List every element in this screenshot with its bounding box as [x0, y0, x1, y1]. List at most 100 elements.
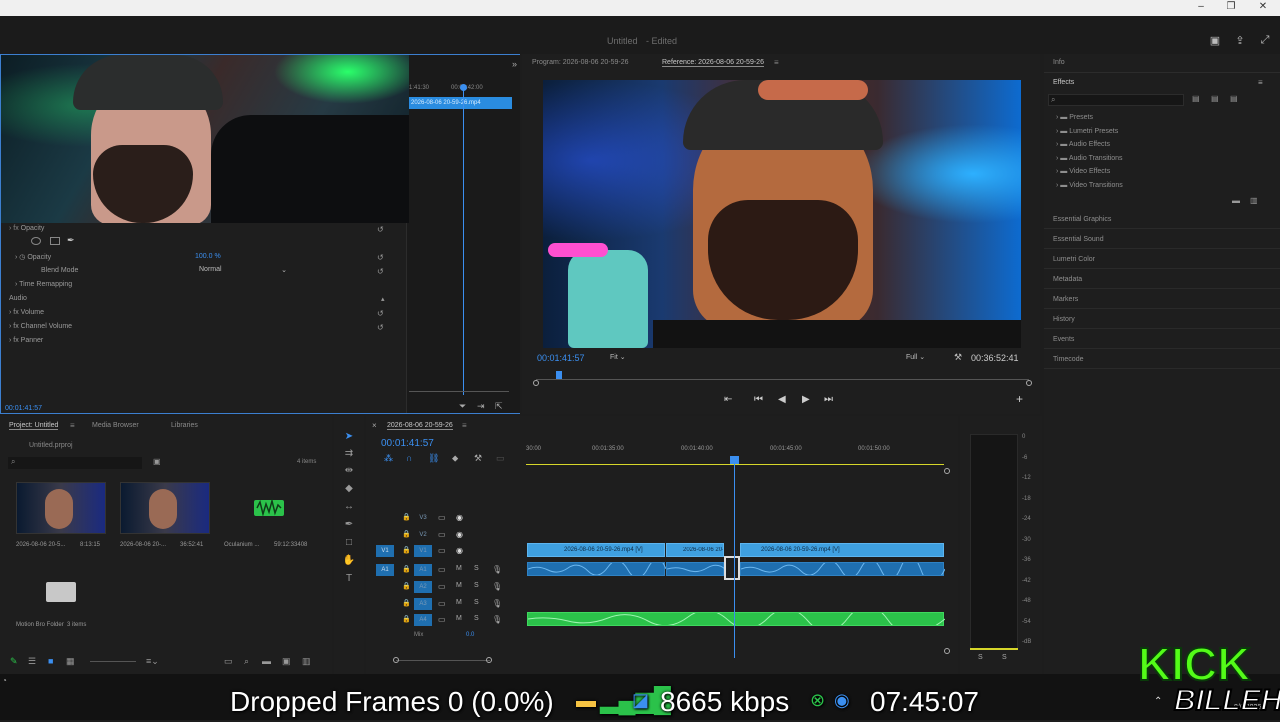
- panel-tab-history[interactable]: History: [1053, 316, 1075, 323]
- timeline-settings-icon[interactable]: ⚒: [474, 453, 482, 464]
- scroll-handle-top[interactable]: [944, 468, 950, 474]
- transition-marker[interactable]: [724, 556, 740, 580]
- effects-panel-tab[interactable]: Effects: [1053, 79, 1074, 86]
- tab-libraries[interactable]: Libraries: [171, 422, 198, 429]
- mute-button[interactable]: M: [456, 582, 462, 589]
- linked-selection-icon[interactable]: ⛓: [428, 453, 439, 464]
- track-target-a4[interactable]: A4: [414, 614, 432, 626]
- freeform-view-icon[interactable]: ▦: [66, 656, 75, 667]
- work-area-bar[interactable]: [526, 464, 944, 465]
- audio-waveform-icon[interactable]: [252, 496, 286, 520]
- clip-a1-2[interactable]: [666, 562, 725, 576]
- ec-clip-bar[interactable]: 2026-08-06 20-59-26.mp4: [409, 97, 512, 109]
- play-icon[interactable]: ▶: [802, 394, 810, 405]
- track-target-v1[interactable]: V1: [414, 545, 432, 557]
- volume-row[interactable]: › fx Volume ↺: [9, 309, 404, 318]
- tab-sequence[interactable]: 2026-08-06 20-59-26: [387, 422, 453, 430]
- icon-view-icon[interactable]: ■: [48, 656, 53, 666]
- write-lock-icon[interactable]: ✎: [10, 656, 18, 667]
- track-target-v2[interactable]: V2: [414, 529, 432, 541]
- mute-button[interactable]: M: [456, 615, 462, 622]
- effects-folder-lumetri-presets[interactable]: › ▬ Lumetri Presets: [1056, 128, 1118, 135]
- nest-icon[interactable]: ⁂: [384, 453, 393, 464]
- ripple-edit-tool-icon[interactable]: ⇹: [342, 464, 356, 478]
- go-to-in-icon[interactable]: ⏮: [754, 394, 763, 405]
- scrub-bar[interactable]: [536, 379, 1029, 380]
- sort-icon[interactable]: ≡⌄: [146, 656, 159, 667]
- effects-folder-audio-effects[interactable]: › ▬ Audio Effects: [1056, 141, 1110, 148]
- close-button[interactable]: ✕: [1248, 0, 1278, 16]
- eye-icon[interactable]: ◉: [456, 546, 463, 555]
- tab-reference[interactable]: Reference: 2026-08-06 20-59-26: [662, 59, 764, 67]
- clip-v1-3[interactable]: 2026-08-06 20-59-26.mp4 [V]: [740, 543, 944, 557]
- ec-playhead[interactable]: [463, 85, 464, 395]
- ec-timecode[interactable]: 00:01:41:57: [5, 405, 42, 412]
- tab-program[interactable]: Program: 2026-08-06 20-59-26: [532, 59, 629, 66]
- play-audio-icon[interactable]: ⇥: [477, 401, 485, 412]
- razor-tool-icon[interactable]: ◆: [342, 482, 356, 496]
- new-item-icon[interactable]: ▣: [282, 656, 291, 667]
- sync-lock-icon[interactable]: ▭: [438, 565, 446, 574]
- list-view-icon[interactable]: ☰: [28, 656, 36, 667]
- reset-icon[interactable]: ↺: [377, 309, 384, 318]
- panel-tab-metadata[interactable]: Metadata: [1053, 276, 1082, 283]
- panel-menu-icon[interactable]: »: [512, 59, 517, 69]
- delete-icon[interactable]: ▥: [1250, 196, 1258, 205]
- track-target-a2[interactable]: A2: [414, 581, 432, 593]
- snap-icon[interactable]: ∩: [406, 453, 412, 463]
- effects-folder-presets[interactable]: › ▬ Presets: [1056, 114, 1093, 121]
- mic-icon[interactable]: 🎙: [492, 615, 502, 624]
- hand-tool-icon[interactable]: ✋: [342, 554, 356, 568]
- track-target-v3[interactable]: V3: [414, 512, 432, 524]
- lock-icon[interactable]: 🔒: [402, 530, 411, 538]
- info-panel-tab[interactable]: Info: [1053, 59, 1065, 66]
- zoom-handle-left[interactable]: [393, 657, 399, 663]
- effects-folder-video-transitions[interactable]: › ▬ Video Transitions: [1056, 182, 1123, 189]
- panel-menu-icon[interactable]: ≡: [462, 421, 467, 430]
- sync-lock-icon[interactable]: ▭: [438, 615, 446, 624]
- folder-icon[interactable]: [46, 582, 76, 602]
- eye-icon[interactable]: ◉: [456, 513, 463, 522]
- eye-icon[interactable]: ◉: [456, 530, 463, 539]
- fullscreen-icon[interactable]: ⤢: [1258, 34, 1272, 46]
- lock-icon[interactable]: 🔒: [402, 546, 411, 554]
- timeline-zoom-bar[interactable]: [396, 660, 490, 661]
- zoom-dropdown[interactable]: Fit ⌄: [610, 353, 626, 361]
- pen-tool-icon[interactable]: ✒: [342, 518, 356, 532]
- mic-icon[interactable]: 🎙: [492, 599, 502, 608]
- solo-button[interactable]: S: [474, 615, 479, 622]
- add-marker-icon[interactable]: ⬥: [452, 453, 458, 464]
- rect-mask-icon[interactable]: [50, 237, 60, 245]
- quality-dropdown[interactable]: Full ⌄: [906, 353, 925, 361]
- xbox-taskbar-icon[interactable]: ⊗: [810, 690, 825, 711]
- mute-button[interactable]: M: [456, 565, 462, 572]
- find-icon[interactable]: ⌕: [244, 656, 249, 667]
- close-sequence-icon[interactable]: ×: [372, 421, 377, 430]
- step-back-icon[interactable]: ◀: [778, 394, 786, 405]
- panel-menu-icon[interactable]: ≡: [1258, 78, 1263, 87]
- automate-icon[interactable]: ▭: [224, 656, 233, 667]
- app-taskbar-icon[interactable]: ◉: [834, 690, 850, 711]
- new-folder-icon[interactable]: ▬: [1232, 196, 1240, 205]
- zoom-handle-right[interactable]: [486, 657, 492, 663]
- minimize-button[interactable]: –: [1186, 0, 1216, 16]
- scrub-start[interactable]: [533, 380, 539, 386]
- mark-in-icon[interactable]: ⇤: [724, 394, 732, 405]
- lock-icon[interactable]: 🔒: [402, 599, 411, 607]
- effects-folder-video-effects[interactable]: › ▬ Video Effects: [1056, 168, 1110, 175]
- export-frame-icon[interactable]: ⇱: [495, 401, 503, 412]
- tab-project[interactable]: Project: Untitled: [9, 422, 59, 430]
- solo-button[interactable]: S: [474, 582, 479, 589]
- ec-playhead-handle[interactable]: [460, 84, 467, 91]
- slip-tool-icon[interactable]: ↔: [342, 500, 356, 514]
- captions-icon[interactable]: ▭: [496, 453, 505, 464]
- reset-icon[interactable]: ↺: [377, 225, 384, 234]
- solo-right-button[interactable]: S: [1002, 654, 1007, 661]
- solo-left-button[interactable]: S: [978, 654, 983, 661]
- new-bin-icon[interactable]: ▣: [153, 457, 161, 466]
- program-playhead[interactable]: [555, 371, 562, 379]
- media-thumbnail-2[interactable]: [120, 482, 210, 534]
- accelerated-effects-icon[interactable]: ▤: [1192, 94, 1200, 103]
- sync-lock-icon[interactable]: ▭: [438, 599, 446, 608]
- clear-icon[interactable]: ▥: [302, 656, 311, 667]
